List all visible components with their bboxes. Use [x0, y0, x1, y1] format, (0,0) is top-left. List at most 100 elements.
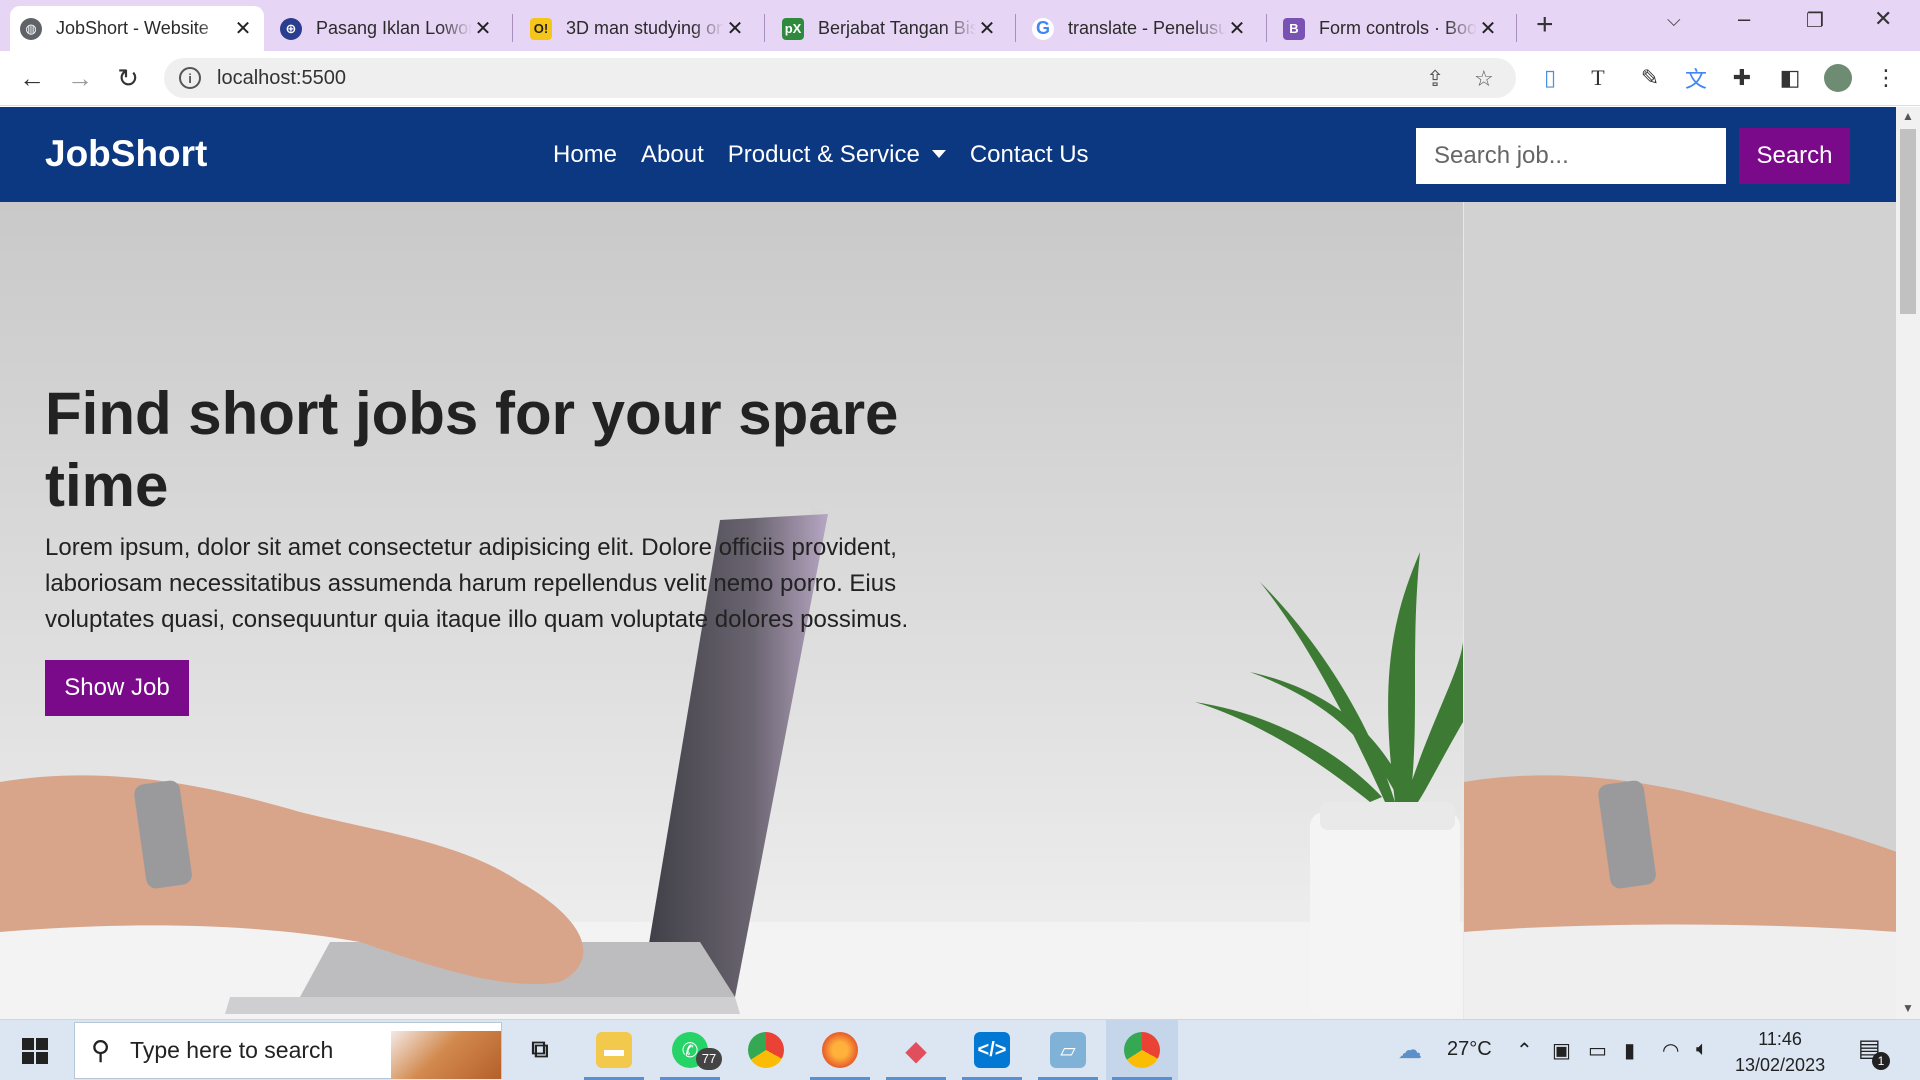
- hero-background-image-repeat: [1464, 202, 1896, 1019]
- taskbar-search-box[interactable]: ⚲ Type here to search: [74, 1022, 502, 1079]
- new-tab-plus-icon[interactable]: +: [1536, 8, 1554, 42]
- windows-taskbar: ⚲ Type here to search ⧉ ▬ ✆ 77 ◆ </> ▱ ☁…: [0, 1019, 1920, 1080]
- tab-divider: [1266, 14, 1267, 42]
- search-highlight-art: [391, 1031, 501, 1079]
- url-text[interactable]: localhost:5500: [217, 67, 346, 90]
- nav-links: Home About Product & Service Contact Us: [553, 141, 1089, 169]
- clock-time: 11:46: [1758, 1029, 1802, 1049]
- extension-pen-icon[interactable]: ✎: [1636, 64, 1664, 92]
- tab-title: JobShort - Website: [56, 18, 209, 38]
- task-view-icon[interactable]: ⧉: [522, 1032, 558, 1068]
- clock-date: 13/02/2023: [1735, 1055, 1826, 1075]
- search-icon: ⚲: [91, 1035, 111, 1065]
- tab-title: translate - Penelusuran: [1068, 18, 1226, 38]
- caret-down-icon: [931, 150, 946, 158]
- site-navbar: JobShort Home About Product & Service Co…: [0, 107, 1896, 202]
- hero-title: Find short jobs for your spare time: [45, 380, 899, 519]
- o-badge-icon: O!: [530, 17, 552, 40]
- side-panel-icon[interactable]: ◧: [1776, 64, 1804, 92]
- address-bar[interactable]: i localhost:5500 ⇪ ☆: [164, 58, 1516, 98]
- app-notes-icon[interactable]: ▱: [1050, 1032, 1086, 1068]
- google-icon: G: [1032, 17, 1054, 40]
- tab-jobshort[interactable]: ◍ JobShort - Website ✕: [10, 6, 264, 51]
- wifi-icon[interactable]: ◠: [1662, 1038, 1679, 1063]
- extensions-puzzle-icon[interactable]: ✚: [1728, 64, 1756, 92]
- tab-divider: [512, 14, 513, 42]
- hero-section: Find short jobs for your spare time Lore…: [0, 202, 1896, 1019]
- notification-count: 1: [1872, 1052, 1890, 1070]
- site-info-icon[interactable]: i: [179, 67, 201, 89]
- close-icon[interactable]: ✕: [1226, 16, 1248, 41]
- tab-title: Berjabat Tangan Bisnis: [818, 18, 976, 38]
- scroll-thumb[interactable]: [1900, 129, 1916, 314]
- firefox-icon[interactable]: [822, 1032, 858, 1068]
- reload-icon[interactable]: ↻: [112, 63, 144, 94]
- brand-logo[interactable]: JobShort: [45, 133, 207, 175]
- file-explorer-icon[interactable]: ▬: [596, 1032, 632, 1068]
- tab-bootstrap[interactable]: B Form controls · Bootstrap ✕: [1273, 6, 1509, 51]
- tab-3d-man[interactable]: O! 3D man studying on ✕: [520, 6, 756, 51]
- globe-icon: ◍: [20, 17, 42, 40]
- show-job-button[interactable]: Show Job: [45, 660, 189, 716]
- battery-icon[interactable]: ▮: [1624, 1038, 1635, 1063]
- search-button[interactable]: Search: [1739, 128, 1850, 184]
- restore-icon[interactable]: ❐: [1806, 8, 1824, 33]
- page-scrollbar[interactable]: ▲ ▼: [1896, 107, 1920, 1019]
- tab-divider: [1015, 14, 1016, 42]
- scroll-down-arrow-icon[interactable]: ▼: [1902, 1001, 1914, 1015]
- tab-title: 3D man studying on: [566, 18, 724, 38]
- tab-berjabat[interactable]: pX Berjabat Tangan Bisnis ✕: [772, 6, 1008, 51]
- tab-divider: [764, 14, 765, 42]
- px-icon: pX: [782, 17, 804, 40]
- page-viewport: JobShort Home About Product & Service Co…: [0, 107, 1896, 1019]
- bootstrap-icon: B: [1283, 17, 1305, 40]
- menu-kebab-icon[interactable]: ⋮: [1872, 64, 1900, 92]
- hero-description: Lorem ipsum, dolor sit amet consectetur …: [45, 534, 909, 633]
- chrome-icon[interactable]: [748, 1032, 784, 1068]
- nav-contact[interactable]: Contact Us: [970, 141, 1089, 169]
- tab-title: Form controls · Bootstrap: [1319, 18, 1477, 38]
- app-diamond-icon[interactable]: ◆: [898, 1032, 934, 1068]
- vscode-icon[interactable]: </>: [974, 1032, 1010, 1068]
- tab-strip: ◍ JobShort - Website ✕ ⊕ Pasang Iklan Lo…: [0, 0, 1920, 51]
- display-icon[interactable]: ▭: [1588, 1038, 1607, 1063]
- forward-arrow-icon[interactable]: →: [64, 63, 96, 94]
- extension-doc-icon[interactable]: ▯: [1536, 64, 1564, 92]
- close-icon[interactable]: ✕: [724, 16, 746, 41]
- tab-search-chevron-icon[interactable]: ⌵: [1667, 10, 1681, 31]
- hero-background-repeat: [1463, 202, 1896, 1019]
- tray-chevron-up-icon[interactable]: ⌃: [1516, 1038, 1533, 1063]
- close-icon[interactable]: ✕: [1477, 16, 1499, 41]
- bookmark-star-icon[interactable]: ☆: [1474, 66, 1494, 92]
- nav-home[interactable]: Home: [553, 141, 617, 169]
- back-arrow-icon[interactable]: ←: [16, 63, 48, 94]
- browser-toolbar: ← → ↻ i localhost:5500 ⇪ ☆ ▯ T ✎ 文 ✚ ◧ ⋮: [0, 51, 1920, 106]
- scroll-up-arrow-icon[interactable]: ▲: [1902, 109, 1914, 123]
- weather-temp[interactable]: 27°C: [1447, 1038, 1492, 1061]
- google-translate-icon[interactable]: 文: [1682, 64, 1710, 92]
- minimize-icon[interactable]: –: [1738, 6, 1750, 32]
- taskbar-search-placeholder: Type here to search: [130, 1037, 334, 1063]
- weather-cloud-icon[interactable]: ☁: [1398, 1036, 1422, 1065]
- job-search-input[interactable]: [1416, 128, 1726, 184]
- chrome-active-icon[interactable]: [1124, 1032, 1160, 1068]
- site-icon: ⊕: [280, 17, 302, 40]
- share-icon[interactable]: ⇪: [1426, 66, 1444, 92]
- whatsapp-badge: 77: [696, 1048, 722, 1070]
- meet-now-icon[interactable]: ▣: [1552, 1038, 1571, 1063]
- close-icon[interactable]: ✕: [472, 16, 494, 41]
- tab-divider: [1516, 14, 1517, 42]
- close-window-icon[interactable]: ✕: [1874, 6, 1892, 32]
- close-icon[interactable]: ✕: [232, 16, 254, 41]
- tab-title: Pasang Iklan Lowongan: [316, 18, 472, 38]
- volume-icon[interactable]: 🔈︎: [1696, 1038, 1708, 1061]
- nav-about[interactable]: About: [641, 141, 704, 169]
- tab-translate[interactable]: G translate - Penelusuran ✕: [1022, 6, 1258, 51]
- system-clock[interactable]: 11:46 13/02/2023: [1735, 1026, 1825, 1078]
- windows-start-icon[interactable]: [22, 1038, 48, 1064]
- profile-avatar[interactable]: [1824, 64, 1852, 92]
- extension-text-icon[interactable]: T: [1584, 64, 1612, 92]
- tab-pasang-iklan[interactable]: ⊕ Pasang Iklan Lowongan ✕: [270, 6, 504, 51]
- nav-product-dropdown[interactable]: Product & Service: [728, 141, 946, 169]
- close-icon[interactable]: ✕: [976, 16, 998, 41]
